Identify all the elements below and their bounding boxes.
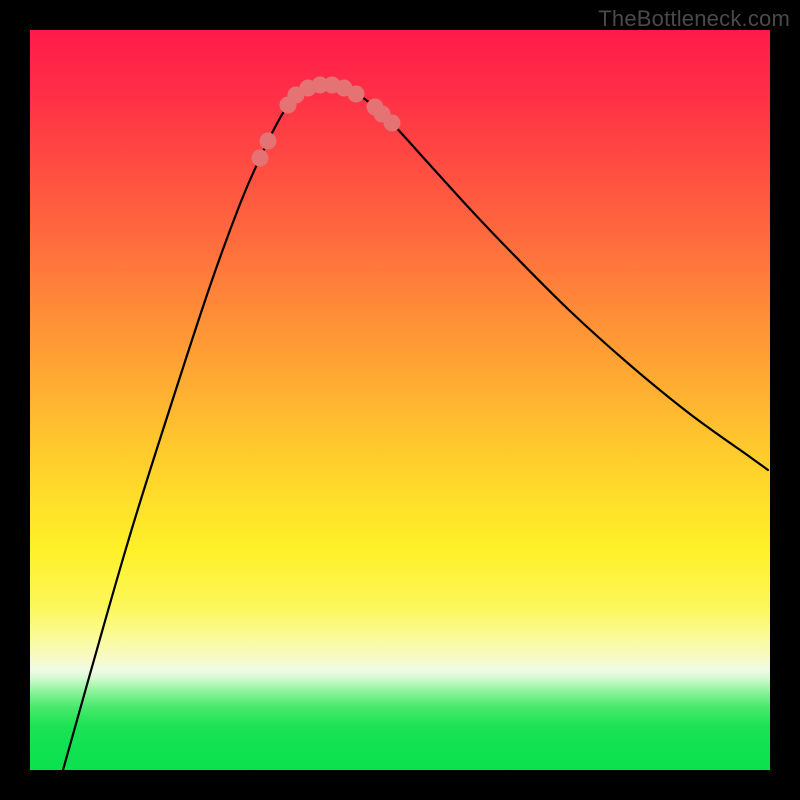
bottleneck-curve	[63, 85, 768, 770]
plot-area	[30, 30, 770, 770]
highlight-dot	[252, 150, 269, 167]
highlight-dot	[348, 86, 365, 103]
highlight-dots	[252, 77, 401, 167]
highlight-dot	[260, 133, 277, 150]
curve-layer	[30, 30, 770, 770]
highlight-dot	[384, 115, 401, 132]
watermark-text: TheBottleneck.com	[598, 6, 790, 32]
chart-frame: TheBottleneck.com	[0, 0, 800, 800]
